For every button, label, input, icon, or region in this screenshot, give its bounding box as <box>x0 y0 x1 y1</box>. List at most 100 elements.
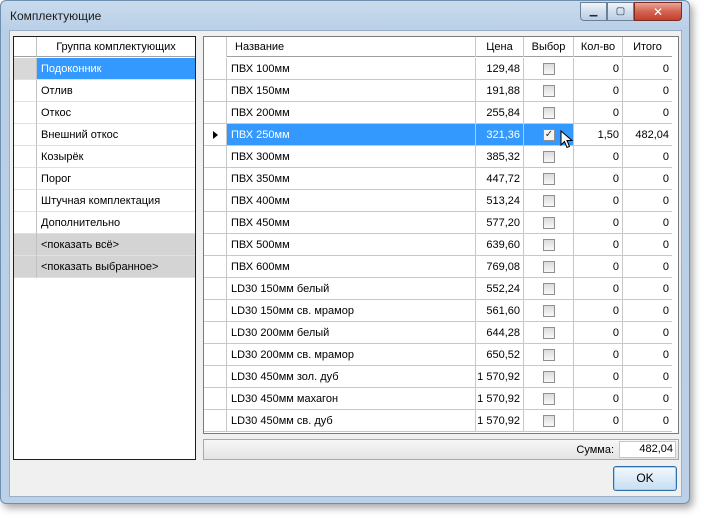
table-row[interactable]: LD30 450мм махагон 1 570,92 0 0 <box>204 388 678 410</box>
item-qty-cell[interactable]: 0 <box>574 278 623 300</box>
minimize-button[interactable]: ▁ <box>580 2 607 21</box>
group-row[interactable]: Дополнительно <box>14 212 195 234</box>
item-name-cell[interactable]: LD30 200мм св. мрамор <box>227 344 476 366</box>
select-checkbox[interactable] <box>543 195 555 207</box>
item-select-cell[interactable] <box>524 58 574 80</box>
row-header-cell[interactable] <box>14 190 37 212</box>
group-row[interactable]: Порог <box>14 168 195 190</box>
item-name-cell[interactable]: ПВХ 100мм <box>227 58 476 80</box>
row-header-cell[interactable] <box>14 80 37 102</box>
item-qty-cell[interactable]: 0 <box>574 212 623 234</box>
row-header-cell[interactable] <box>204 80 227 102</box>
item-select-cell[interactable] <box>524 80 574 102</box>
item-name-cell[interactable]: ПВХ 400мм <box>227 190 476 212</box>
row-header-cell[interactable] <box>204 124 227 146</box>
group-row[interactable]: Откос <box>14 102 195 124</box>
row-header-cell[interactable] <box>204 168 227 190</box>
group-row[interactable]: Внешний откос <box>14 124 195 146</box>
row-header-cell[interactable] <box>204 102 227 124</box>
item-qty-cell[interactable]: 0 <box>574 146 623 168</box>
table-row[interactable]: ПВХ 400мм 513,24 0 0 <box>204 190 678 212</box>
select-checkbox[interactable] <box>543 305 555 317</box>
group-row[interactable]: Отлив <box>14 80 195 102</box>
row-header-cell[interactable] <box>204 58 227 80</box>
item-select-cell[interactable] <box>524 322 574 344</box>
maximize-button[interactable]: ▢ <box>607 2 634 21</box>
group-row[interactable]: <показать выбранное> <box>14 256 195 278</box>
item-select-cell[interactable] <box>524 344 574 366</box>
item-select-cell[interactable] <box>524 146 574 168</box>
item-qty-cell[interactable]: 0 <box>574 322 623 344</box>
table-row[interactable]: ПВХ 100мм 129,48 0 0 <box>204 58 678 80</box>
select-checkbox[interactable] <box>543 327 555 339</box>
item-name-cell[interactable]: ПВХ 250мм <box>227 124 476 146</box>
select-checkbox[interactable] <box>543 283 555 295</box>
select-checkbox[interactable] <box>543 261 555 273</box>
select-checkbox[interactable] <box>543 393 555 405</box>
row-header-cell[interactable] <box>14 102 37 124</box>
group-row[interactable]: Штучная комплектация <box>14 190 195 212</box>
table-row[interactable]: LD30 200мм св. мрамор 650,52 0 0 <box>204 344 678 366</box>
item-select-cell[interactable] <box>524 300 574 322</box>
row-header-cell[interactable] <box>204 410 227 432</box>
group-column-header[interactable]: Группа комплектующих <box>37 37 195 57</box>
item-select-cell[interactable] <box>524 234 574 256</box>
title-bar[interactable]: Комплектующие ▁ ▢ ✕ <box>1 1 689 29</box>
column-header-qty[interactable]: Кол-во <box>574 37 623 57</box>
group-row[interactable]: <показать всё> <box>14 234 195 256</box>
item-select-cell[interactable] <box>524 168 574 190</box>
row-header-cell[interactable] <box>14 146 37 168</box>
item-name-cell[interactable]: LD30 200мм белый <box>227 322 476 344</box>
item-qty-cell[interactable]: 0 <box>574 190 623 212</box>
item-qty-cell[interactable]: 0 <box>574 102 623 124</box>
item-qty-cell[interactable]: 0 <box>574 344 623 366</box>
select-checkbox[interactable] <box>543 63 555 75</box>
select-checkbox[interactable] <box>543 217 555 229</box>
select-checkbox[interactable] <box>543 173 555 185</box>
table-row[interactable]: ПВХ 600мм 769,08 0 0 <box>204 256 678 278</box>
row-header-cell[interactable] <box>14 124 37 146</box>
item-select-cell[interactable] <box>524 410 574 432</box>
column-header-total[interactable]: Итого <box>623 37 673 57</box>
column-header-price[interactable]: Цена <box>476 37 524 57</box>
ok-button[interactable]: OK <box>613 466 677 491</box>
row-header-cell[interactable] <box>14 212 37 234</box>
item-qty-cell[interactable]: 0 <box>574 234 623 256</box>
table-row[interactable]: LD30 450мм зол. дуб 1 570,92 0 0 <box>204 366 678 388</box>
item-qty-cell[interactable]: 0 <box>574 366 623 388</box>
row-header-cell[interactable] <box>204 366 227 388</box>
column-header-name[interactable]: Название <box>227 37 476 57</box>
select-checkbox[interactable] <box>543 371 555 383</box>
item-name-cell[interactable]: ПВХ 500мм <box>227 234 476 256</box>
table-row[interactable]: ПВХ 450мм 577,20 0 0 <box>204 212 678 234</box>
item-select-cell[interactable] <box>524 388 574 410</box>
item-name-cell[interactable]: ПВХ 200мм <box>227 102 476 124</box>
table-row[interactable]: LD30 150мм св. мрамор 561,60 0 0 <box>204 300 678 322</box>
row-header-cell[interactable] <box>14 234 37 256</box>
table-row[interactable]: ПВХ 350мм 447,72 0 0 <box>204 168 678 190</box>
item-select-cell[interactable] <box>524 190 574 212</box>
select-checkbox[interactable]: ✓ <box>543 129 555 141</box>
select-checkbox[interactable] <box>543 107 555 119</box>
select-checkbox[interactable] <box>543 239 555 251</box>
item-name-cell[interactable]: ПВХ 350мм <box>227 168 476 190</box>
table-row[interactable]: LD30 150мм белый 552,24 0 0 <box>204 278 678 300</box>
item-name-cell[interactable]: ПВХ 300мм <box>227 146 476 168</box>
item-qty-cell[interactable]: 0 <box>574 388 623 410</box>
close-button[interactable]: ✕ <box>634 2 682 21</box>
item-select-cell[interactable] <box>524 256 574 278</box>
row-header-cell[interactable] <box>204 344 227 366</box>
select-checkbox[interactable] <box>543 151 555 163</box>
column-header-select[interactable]: Выбор <box>524 37 574 57</box>
item-name-cell[interactable]: LD30 450мм махагон <box>227 388 476 410</box>
item-name-cell[interactable]: LD30 150мм белый <box>227 278 476 300</box>
row-header-cell[interactable] <box>204 212 227 234</box>
table-row[interactable]: ПВХ 150мм 191,88 0 0 <box>204 80 678 102</box>
row-header-cell[interactable] <box>14 168 37 190</box>
row-header-cell[interactable] <box>204 300 227 322</box>
item-qty-cell[interactable]: 0 <box>574 410 623 432</box>
item-qty-cell[interactable]: 0 <box>574 80 623 102</box>
row-header-cell[interactable] <box>204 278 227 300</box>
item-select-cell[interactable] <box>524 278 574 300</box>
row-header-cell[interactable] <box>204 190 227 212</box>
